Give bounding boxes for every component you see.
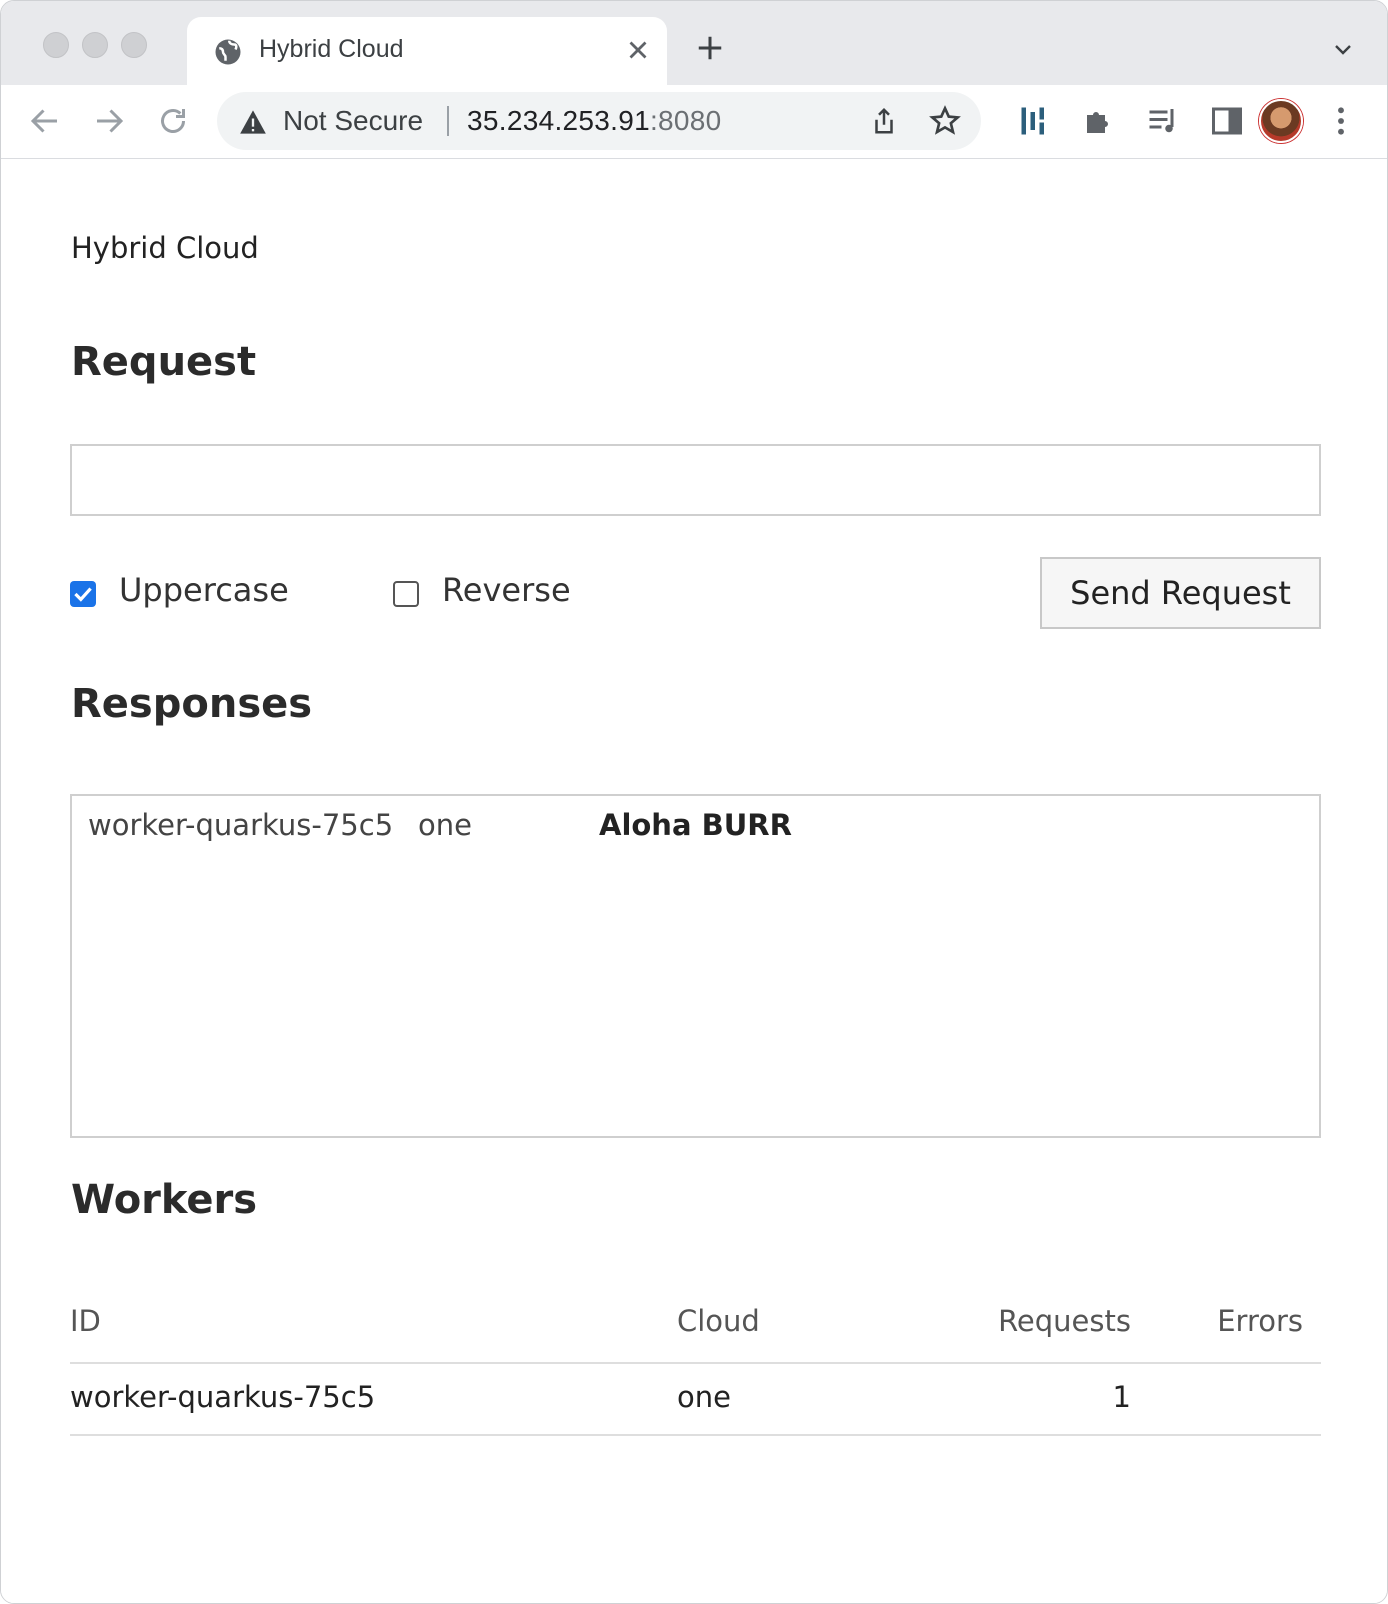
worker-cloud-cell: one xyxy=(677,1380,731,1414)
worker-requests-cell: 1 xyxy=(1112,1380,1131,1414)
uppercase-label[interactable]: Uppercase xyxy=(119,571,289,609)
uppercase-checkbox[interactable] xyxy=(70,581,96,607)
reverse-checkbox[interactable] xyxy=(393,581,419,607)
reload-icon[interactable] xyxy=(155,103,191,139)
share-icon[interactable] xyxy=(869,106,899,136)
tab-strip: Hybrid Cloud xyxy=(1,1,1387,85)
reverse-label[interactable]: Reverse xyxy=(442,571,571,609)
bookmark-star-icon[interactable] xyxy=(929,105,961,137)
response-worker-id: worker-quarkus-75c5 xyxy=(88,808,394,842)
checkmark-icon xyxy=(74,587,92,602)
table-header-row: ID Cloud Requests Errors xyxy=(70,1292,1321,1364)
column-header-id: ID xyxy=(70,1304,101,1338)
browser-toolbar: Not Secure 35.234.253.91:8080 xyxy=(1,85,1387,159)
chevron-down-icon[interactable] xyxy=(1331,37,1355,61)
responses-heading: Responses xyxy=(71,681,313,727)
request-input[interactable] xyxy=(70,444,1321,516)
table-row: worker-quarkus-75c5 one 1 xyxy=(70,1364,1321,1436)
window-close-light[interactable] xyxy=(43,32,69,58)
window-minimize-light[interactable] xyxy=(82,32,108,58)
profile-avatar[interactable] xyxy=(1259,99,1303,143)
url-port: :8080 xyxy=(649,105,722,136)
url-host: 35.234.253.91 xyxy=(467,105,650,136)
response-cloud: one xyxy=(418,808,472,842)
forward-arrow-icon[interactable] xyxy=(91,103,127,139)
media-queue-icon[interactable] xyxy=(1145,103,1181,139)
security-label[interactable]: Not Secure xyxy=(283,105,423,137)
back-arrow-icon[interactable] xyxy=(27,103,63,139)
send-request-button[interactable]: Send Request xyxy=(1040,557,1321,629)
page-brand: Hybrid Cloud xyxy=(71,231,259,265)
request-heading: Request xyxy=(71,339,257,385)
url-text[interactable]: 35.234.253.91:8080 xyxy=(467,105,722,137)
tab-hybrid-cloud[interactable]: Hybrid Cloud xyxy=(187,17,667,85)
more-menu-icon[interactable] xyxy=(1335,105,1347,137)
column-header-cloud: Cloud xyxy=(677,1304,760,1338)
globe-icon xyxy=(215,39,241,65)
close-icon[interactable] xyxy=(623,35,653,65)
worker-id-cell: worker-quarkus-75c5 xyxy=(70,1380,376,1414)
warning-icon[interactable] xyxy=(239,109,267,135)
puzzle-icon[interactable] xyxy=(1081,103,1117,139)
window-zoom-light[interactable] xyxy=(121,32,147,58)
workers-heading: Workers xyxy=(71,1177,258,1223)
tab-title: Hybrid Cloud xyxy=(259,35,404,63)
omnibox-divider xyxy=(447,106,449,136)
column-header-errors: Errors xyxy=(1217,1304,1303,1338)
responses-list[interactable]: worker-quarkus-75c5 one Aloha BURR xyxy=(70,794,1321,1138)
response-row: worker-quarkus-75c5 one Aloha BURR xyxy=(72,808,1319,852)
address-bar[interactable]: Not Secure 35.234.253.91:8080 xyxy=(217,92,981,150)
workers-table: ID Cloud Requests Errors worker-quarkus-… xyxy=(70,1292,1321,1436)
page-content: Hybrid Cloud Request Uppercase Reverse S… xyxy=(1,159,1387,1603)
response-message: Aloha BURR xyxy=(599,808,792,842)
browser-window: Hybrid Cloud Not Secure 35.234.253.91:80… xyxy=(0,0,1388,1604)
extension-bars-icon[interactable] xyxy=(1017,103,1053,139)
plus-icon[interactable] xyxy=(695,33,725,63)
side-panel-icon[interactable] xyxy=(1209,103,1245,139)
column-header-requests: Requests xyxy=(998,1304,1131,1338)
